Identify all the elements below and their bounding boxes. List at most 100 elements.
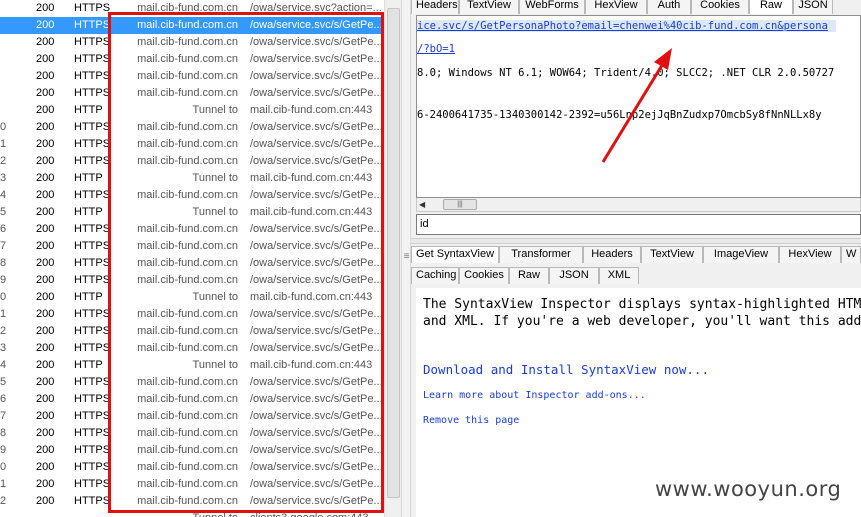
session-row[interactable]: 6 200 HTTPS mail.cib-fund.com.cn/owa/servic… <box>0 221 388 238</box>
session-host: mail.cib-fund.com.cn <box>137 240 238 252</box>
session-url: /owa/service.svc/s/GetPe... <box>250 308 383 320</box>
session-row[interactable]: 7 200 HTTPS mail.cib-fund.com.cn/owa/servic… <box>0 238 388 255</box>
session-row[interactable]: 2 200 HTTPS mail.cib-fund.com.cn/owa/servic… <box>0 153 388 170</box>
request-url-link-cont[interactable]: /?bO=1 <box>417 43 455 55</box>
tab-w[interactable]: W <box>841 246 861 263</box>
tab-xml[interactable]: XML <box>599 267 639 284</box>
session-row[interactable]: 8 200 HTTPS mail.cib-fund.com.cn/owa/servic… <box>0 255 388 272</box>
session-row[interactable]: 200 HTTPS mail.cib-fund.com.cn/owa/service… <box>0 51 388 68</box>
session-id: 4 <box>0 359 7 371</box>
session-protocol: HTTPS <box>74 444 111 456</box>
scroll-left-icon[interactable]: ◀ <box>419 200 425 209</box>
session-url: /owa/service.svc/s/GetPe... <box>250 495 383 507</box>
session-url: /owa/service.svc/s/GetPe... <box>250 19 383 31</box>
tab-json[interactable]: JSON <box>793 0 833 14</box>
session-host: mail.cib-fund.com.cn <box>137 342 238 354</box>
tab-webforms[interactable]: WebForms <box>519 0 585 14</box>
session-id: 3 <box>0 342 7 354</box>
tab-cookies[interactable]: Cookies <box>691 0 749 14</box>
session-id: 6 <box>0 393 7 405</box>
session-row[interactable]: 0 200 HTTPS mail.cib-fund.com.cn/owa/servic… <box>0 459 388 476</box>
session-result: 200 <box>36 376 55 388</box>
session-row[interactable]: 4 200 HTTPS mail.cib-fund.com.cn/owa/servic… <box>0 187 388 204</box>
tab-headers[interactable]: Headers <box>583 246 641 263</box>
session-row[interactable]: 200 HTTPS mail.cib-fund.com.cn/owa/service… <box>0 0 388 17</box>
tab-raw[interactable]: Raw <box>509 267 549 284</box>
tab-imageview[interactable]: ImageView <box>703 246 779 263</box>
tab-transformer[interactable]: Transformer <box>499 246 583 263</box>
session-row[interactable]: 0 200 HTTP Tunnel to mail.cib-fund.com.cn:44… <box>0 289 388 306</box>
session-row[interactable]: 2 200 HTTPS mail.cib-fund.com.cn/owa/servic… <box>0 493 388 510</box>
tab-textview[interactable]: TextView <box>641 246 703 263</box>
session-result: 200 <box>36 291 55 303</box>
session-url: mail.cib-fund.com.cn:443 <box>250 206 373 218</box>
session-row[interactable]: 8 200 HTTPS mail.cib-fund.com.cn/owa/servic… <box>0 425 388 442</box>
session-row[interactable]: 1 200 HTTPS mail.cib-fund.com.cn/owa/servic… <box>0 306 388 323</box>
vertical-splitter[interactable]: ≡ <box>401 0 411 517</box>
tab-headers[interactable]: Headers <box>411 0 459 14</box>
session-host: mail.cib-fund.com.cn <box>137 274 238 286</box>
download-syntaxview-link[interactable]: Download and Install SyntaxView now... <box>423 362 709 377</box>
session-row[interactable]: 200 HTTPS mail.cib-fund.com.cn/owa/service… <box>0 85 388 102</box>
session-protocol: HTTPS <box>74 53 111 65</box>
session-host: mail.cib-fund.com.cn <box>137 36 238 48</box>
session-row[interactable]: Tunnel to clients3.google.com:443 <box>0 510 388 517</box>
tab-hexview[interactable]: HexView <box>779 246 841 263</box>
session-url: /owa/service.svc/s/GetPe... <box>250 376 383 388</box>
session-row[interactable]: 6 200 HTTPS mail.cib-fund.com.cn/owa/servic… <box>0 391 388 408</box>
session-host: mail.cib-fund.com.cn <box>137 444 238 456</box>
tab-hexview[interactable]: HexView <box>585 0 647 14</box>
session-url: /owa/service.svc/s/GetPe... <box>250 155 383 167</box>
tab-json[interactable]: JSON <box>549 267 599 284</box>
session-list-scrollbar[interactable] <box>384 0 401 517</box>
session-row[interactable]: 200 HTTPS mail.cib-fund.com.cn/owa/service… <box>0 17 388 34</box>
horizontal-scrollbar[interactable]: ◀ ||| <box>416 198 861 212</box>
session-host: mail.cib-fund.com.cn <box>137 308 238 320</box>
session-host: mail.cib-fund.com.cn <box>137 478 238 490</box>
session-url: /owa/service.svc/s/GetPe... <box>250 138 383 150</box>
response-raw-view[interactable]: ice.svc/s/GetPersonaPhoto?email=chenwei%… <box>416 15 861 198</box>
session-host: mail.cib-fund.com.cn <box>137 393 238 405</box>
tab-textview[interactable]: TextView <box>459 0 519 14</box>
session-host: mail.cib-fund.com.cn <box>137 257 238 269</box>
session-row[interactable]: 200 HTTPS mail.cib-fund.com.cn/owa/service… <box>0 68 388 85</box>
learn-more-link[interactable]: Learn more about Inspector add-ons... <box>423 390 646 401</box>
session-protocol: HTTPS <box>74 495 111 507</box>
session-protocol: HTTP <box>74 104 103 116</box>
session-row[interactable]: 200 HTTPS mail.cib-fund.com.cn/owa/service… <box>0 34 388 51</box>
session-id: 0 <box>0 121 7 133</box>
tab-caching[interactable]: Caching <box>411 267 459 284</box>
session-row[interactable]: 3 200 HTTP Tunnel to mail.cib-fund.com.cn:44… <box>0 170 388 187</box>
session-host: mail.cib-fund.com.cn <box>137 189 238 201</box>
session-row[interactable]: 3 200 HTTPS mail.cib-fund.com.cn/owa/servic… <box>0 340 388 357</box>
tab-auth[interactable]: Auth <box>647 0 691 14</box>
tab-raw[interactable]: Raw <box>749 0 793 14</box>
session-url: /owa/service.svc/s/GetPe... <box>250 240 383 252</box>
session-id: 0 <box>0 291 7 303</box>
session-row[interactable]: 0 200 HTTPS mail.cib-fund.com.cn/owa/servic… <box>0 119 388 136</box>
session-row[interactable]: 200 HTTP Tunnel to mail.cib-fund.com.cn:443 <box>0 102 388 119</box>
session-list[interactable]: 200 HTTPS mail.cib-fund.com.cn/owa/service… <box>0 0 388 517</box>
tab-get-syntaxview[interactable]: Get SyntaxView <box>411 246 499 263</box>
session-host: mail.cib-fund.com.cn <box>137 53 238 65</box>
session-row[interactable]: 9 200 HTTPS mail.cib-fund.com.cn/owa/servic… <box>0 272 388 289</box>
hscroll-thumb[interactable]: ||| <box>443 199 477 210</box>
request-url-link[interactable]: ice.svc/s/GetPersonaPhoto?email=chenwei%… <box>417 20 836 32</box>
session-url: /owa/service.svc/s/GetPe... <box>250 461 383 473</box>
session-row[interactable]: 2 200 HTTPS mail.cib-fund.com.cn/owa/servic… <box>0 323 388 340</box>
session-row[interactable]: 1 200 HTTPS mail.cib-fund.com.cn/owa/servic… <box>0 136 388 153</box>
session-id: 4 <box>0 189 7 201</box>
session-row[interactable]: 1 200 HTTPS mail.cib-fund.com.cn/owa/servic… <box>0 476 388 493</box>
session-row[interactable]: 9 200 HTTPS mail.cib-fund.com.cn/owa/servic… <box>0 442 388 459</box>
session-row[interactable]: 7 200 HTTPS mail.cib-fund.com.cn/owa/servic… <box>0 408 388 425</box>
session-host: mail.cib-fund.com.cn <box>137 121 238 133</box>
session-row[interactable]: 5 200 HTTP Tunnel to mail.cib-fund.com.cn:44… <box>0 204 388 221</box>
scrollbar-thumb[interactable] <box>387 8 400 498</box>
remove-page-link[interactable]: Remove this page <box>423 415 519 426</box>
session-url: /owa/service.svc/s/GetPe... <box>250 427 383 439</box>
session-row[interactable]: 5 200 HTTPS mail.cib-fund.com.cn/owa/servic… <box>0 374 388 391</box>
find-input[interactable]: id <box>416 214 861 235</box>
tab-cookies[interactable]: Cookies <box>459 267 509 284</box>
session-row[interactable]: 4 200 HTTP Tunnel to mail.cib-fund.com.cn:44… <box>0 357 388 374</box>
session-protocol: HTTPS <box>74 376 111 388</box>
